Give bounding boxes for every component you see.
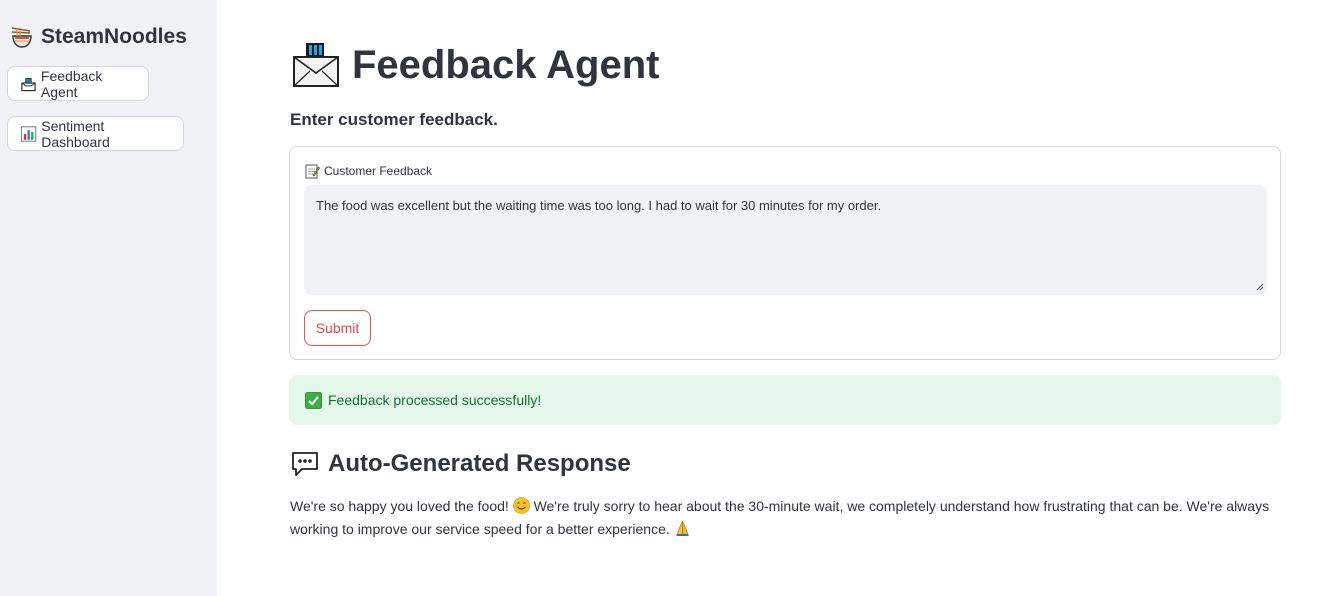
- brand-name: SteamNoodles: [41, 25, 187, 48]
- sidebar-brand: SteamNoodles: [9, 24, 187, 50]
- smiling-face-icon: [512, 497, 530, 514]
- response-heading-text: Auto-Generated Response: [328, 450, 631, 477]
- page-title: Feedback Agent: [290, 40, 659, 90]
- success-text: Feedback processed successfully!: [328, 392, 542, 408]
- resize-handle-icon[interactable]: [1256, 283, 1264, 291]
- memo-icon: [305, 164, 320, 179]
- feedback-form: Customer Feedback The food was excellent…: [289, 146, 1281, 360]
- sidebar: SteamNoodles Feedback Agent Sentiment Da…: [0, 0, 217, 596]
- sidebar-item-feedback-agent[interactable]: Feedback Agent: [7, 66, 149, 101]
- field-label-text: Customer Feedback: [324, 164, 433, 178]
- form-instructions: Enter customer feedback.: [290, 110, 498, 129]
- response-heading: Auto-Generated Response: [290, 450, 631, 478]
- inbox-tray-icon: [21, 77, 36, 91]
- customer-feedback-label: Customer Feedback: [304, 163, 432, 179]
- response-text-part1: We're so happy you loved the food!: [290, 498, 509, 514]
- speech-bubble-icon: [292, 452, 318, 476]
- sidebar-item-label: Feedback Agent: [40, 67, 103, 100]
- noodle-bowl-icon: [11, 27, 32, 48]
- success-alert: Feedback processed successfully!: [289, 375, 1281, 425]
- folded-hands-icon: [676, 520, 689, 536]
- check-mark-icon: [305, 391, 322, 409]
- submit-button[interactable]: Submit: [304, 310, 371, 346]
- app-root: SteamNoodles Feedback Agent Sentiment Da…: [0, 0, 1320, 596]
- sidebar-item-label: Sentiment Dashboard: [41, 117, 110, 150]
- page-title-text: Feedback Agent: [352, 42, 660, 87]
- customer-feedback-textarea[interactable]: The food was excellent but the waiting t…: [304, 185, 1267, 295]
- auto-generated-response: We're so happy you loved the food! We're…: [290, 495, 1280, 541]
- bar-chart-icon: [20, 125, 37, 142]
- main-content: Feedback Agent Enter customer feedback. …: [217, 0, 1320, 596]
- envelope-inbox-icon: [293, 43, 339, 87]
- sidebar-item-sentiment-dashboard[interactable]: Sentiment Dashboard: [7, 116, 184, 151]
